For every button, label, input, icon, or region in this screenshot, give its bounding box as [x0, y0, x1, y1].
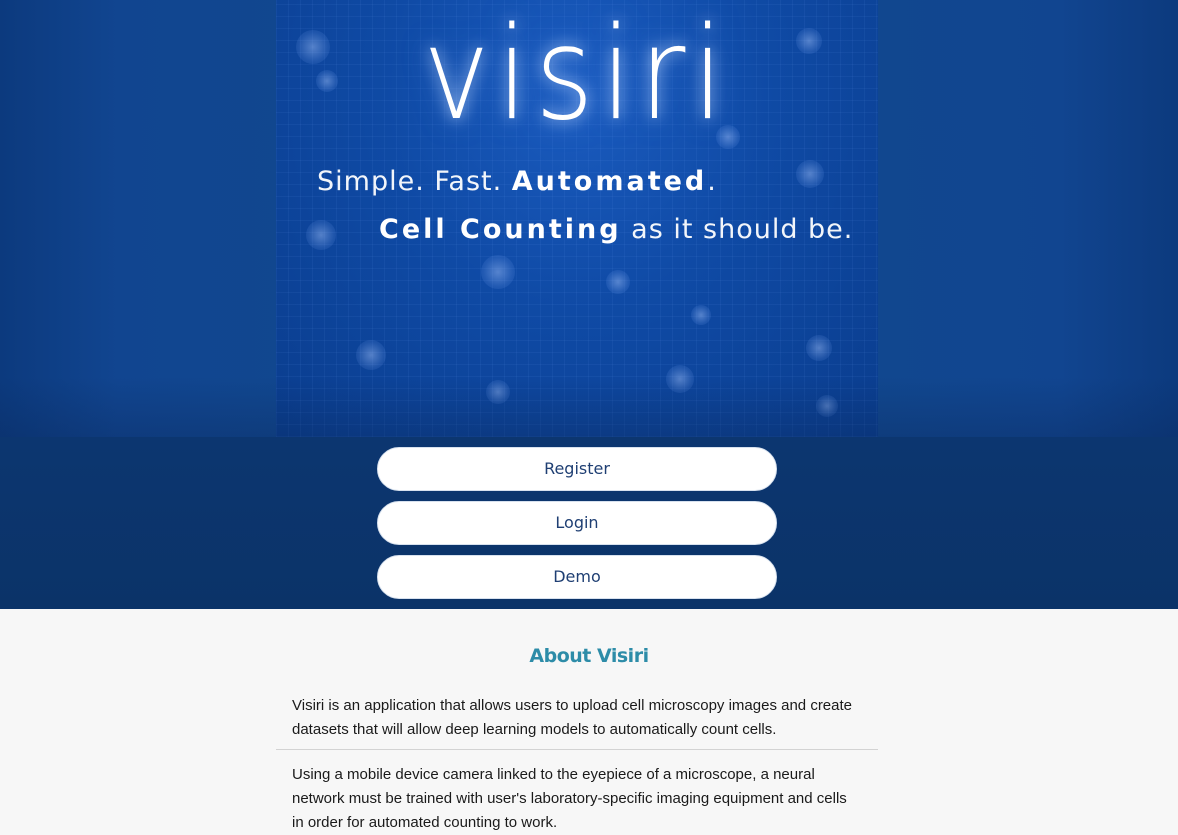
cell-decoration [796, 160, 824, 188]
cell-decoration [481, 255, 515, 289]
auth-actions: Register Login Demo [0, 437, 1178, 609]
tagline-as-it-should-be: as it should be. [621, 214, 854, 245]
tagline-line-2: Cell Counting as it should be. [379, 214, 853, 245]
about-section: About Visiri Visiri is an application th… [0, 609, 1178, 831]
about-paragraph-2: Using a mobile device camera linked to t… [292, 766, 847, 831]
cell-decoration [356, 340, 386, 370]
demo-button[interactable]: Demo [377, 555, 777, 599]
hero-image: visiri Simple. Fast. Automated. Cell Cou… [276, 0, 878, 437]
cell-decoration [306, 220, 336, 250]
tagline-automated: Automated [511, 166, 708, 197]
register-button[interactable]: Register [377, 447, 777, 491]
cell-decoration [806, 335, 832, 361]
cell-decoration [606, 270, 630, 294]
about-paragraph-1: Visiri is an application that allows use… [292, 697, 853, 738]
hero-shadow [0, 377, 1178, 437]
tagline-simple-fast: Simple. Fast. [317, 166, 512, 197]
hero-banner: visiri Simple. Fast. Automated. Cell Cou… [0, 0, 1178, 437]
tagline-cell-counting: Cell Counting [379, 214, 622, 245]
tagline-line-1: Simple. Fast. Automated. [317, 166, 717, 197]
cell-decoration [691, 305, 711, 325]
tagline-period: . [707, 166, 717, 197]
paragraph-divider [276, 749, 878, 750]
visiri-logo: visiri [276, 0, 878, 150]
login-button[interactable]: Login [377, 501, 777, 545]
about-title: About Visiri [529, 645, 649, 667]
logo-text: visiri [423, 0, 731, 149]
